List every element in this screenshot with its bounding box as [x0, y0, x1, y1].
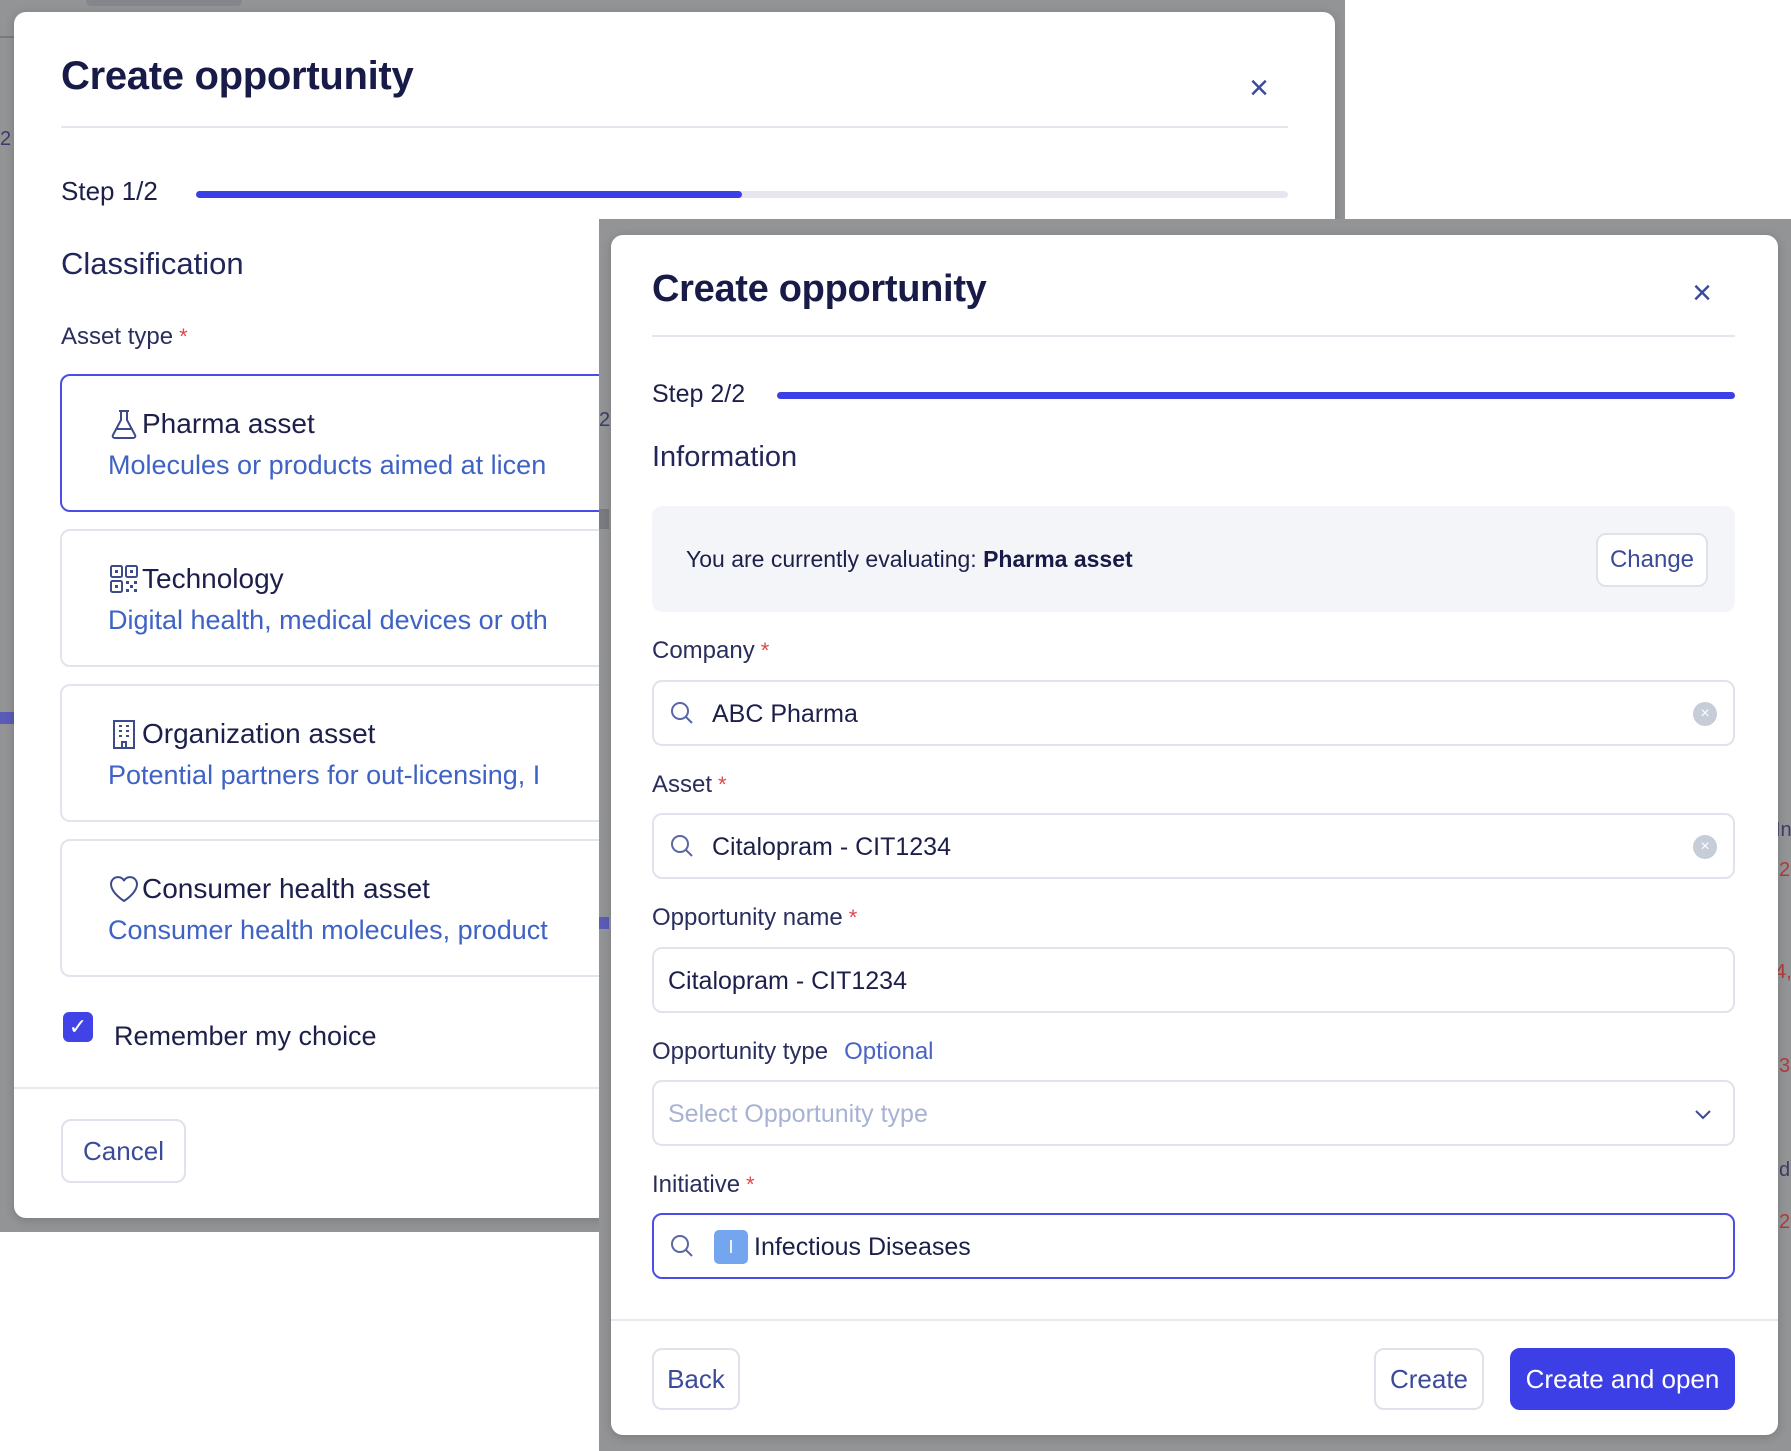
- opportunity-type-label-text: Opportunity type: [652, 1038, 829, 1065]
- progress-bar: [777, 392, 1735, 399]
- company-label: Company *: [652, 637, 769, 665]
- create-button[interactable]: Create: [1374, 1348, 1484, 1410]
- initiative-label: Initiative *: [652, 1171, 755, 1199]
- card-description: Potential partners for out-licensing, I: [108, 760, 541, 790]
- backdrop-fragment: d: [1779, 1159, 1791, 1181]
- progress-fill: [196, 191, 742, 198]
- card-title: Technology: [142, 563, 284, 594]
- required-mark: *: [179, 324, 188, 349]
- evaluating-banner: You are currently evaluating: Pharma ass…: [652, 506, 1735, 612]
- cancel-button[interactable]: Cancel: [61, 1119, 186, 1183]
- required-mark: *: [848, 905, 858, 930]
- opportunity-name-label: Opportunity name *: [652, 904, 857, 932]
- section-title: Information: [652, 441, 798, 473]
- header-divider: [652, 335, 1735, 337]
- chevron-down-icon: [1695, 1110, 1711, 1120]
- backdrop-ghost-button: [86, 0, 242, 6]
- checkmark-icon: ✓: [68, 1014, 88, 1039]
- search-icon: [671, 1235, 693, 1257]
- create-opportunity-modal-step2: Create opportunity × Step 2/2 Informatio…: [611, 235, 1778, 1435]
- search-icon: [671, 835, 693, 857]
- required-mark: *: [760, 638, 770, 663]
- evaluating-text: You are currently evaluating: Pharma ass…: [686, 546, 1133, 573]
- close-icon: ×: [1249, 69, 1269, 107]
- asset-value: Citalopram - CIT1234: [712, 833, 951, 861]
- opportunity-type-select[interactable]: Select Opportunity type: [652, 1080, 1735, 1146]
- clear-icon[interactable]: ×: [1693, 702, 1717, 726]
- asset-label: Asset *: [652, 771, 727, 799]
- card-description: Consumer health molecules, product: [108, 915, 548, 945]
- qr-grid-icon: [110, 565, 138, 593]
- initiative-field[interactable]: I Infectious Diseases: [652, 1213, 1735, 1279]
- footer-divider: [611, 1319, 1778, 1321]
- evaluating-prefix: You are currently evaluating:: [686, 546, 977, 572]
- search-icon: [671, 702, 693, 724]
- opportunity-name-label-text: Opportunity name: [652, 904, 843, 931]
- card-description: Molecules or products aimed at licen: [108, 450, 547, 480]
- building-icon: [113, 720, 135, 749]
- section-title: Classification: [61, 246, 244, 281]
- card-description: Digital health, medical devices or oth: [108, 605, 548, 635]
- opportunity-name-field[interactable]: Citalopram - CIT1234: [652, 947, 1735, 1013]
- asset-label-text: Asset: [652, 771, 713, 798]
- remember-checkbox[interactable]: ✓: [63, 1012, 93, 1042]
- card-title: Organization asset: [142, 718, 376, 749]
- backdrop-fragment: 2: [1779, 1211, 1791, 1233]
- backdrop-ghost-bar: [599, 917, 609, 929]
- close-icon: ×: [1692, 274, 1712, 312]
- create-and-open-button[interactable]: Create and open: [1510, 1348, 1735, 1410]
- initiative-value: Infectious Diseases: [754, 1233, 971, 1261]
- initiative-label-text: Initiative: [652, 1171, 741, 1198]
- opportunity-type-label: Opportunity type Optional: [652, 1038, 934, 1066]
- company-field[interactable]: ABC Pharma ×: [652, 680, 1735, 746]
- backdrop-ghost-bar: [0, 712, 14, 724]
- opportunity-name-value: Citalopram - CIT1234: [668, 967, 907, 995]
- modal-title: Create opportunity: [61, 54, 414, 98]
- company-label-text: Company: [652, 637, 755, 664]
- backdrop-fragment: 2: [1779, 859, 1791, 881]
- card-title: Pharma asset: [142, 408, 315, 439]
- backdrop-fragment: 2: [0, 128, 12, 150]
- required-mark: *: [718, 772, 727, 797]
- header-divider: [61, 126, 1288, 128]
- heart-icon: [110, 876, 138, 902]
- step-indicator: Step 2/2: [652, 380, 746, 408]
- company-value: ABC Pharma: [712, 700, 858, 728]
- change-button[interactable]: Change: [1596, 533, 1708, 587]
- close-button[interactable]: ×: [1684, 275, 1720, 311]
- asset-type-label-text: Asset type: [61, 323, 174, 350]
- progress-fill: [777, 392, 1735, 399]
- step-indicator: Step 1/2: [61, 176, 158, 206]
- clear-icon[interactable]: ×: [1693, 835, 1717, 859]
- asset-type-label: Asset type *: [61, 323, 188, 351]
- optional-tag: Optional: [844, 1038, 934, 1065]
- opportunity-type-placeholder: Select Opportunity type: [668, 1100, 928, 1128]
- modal-title: Create opportunity: [652, 268, 987, 310]
- backdrop-fragment: 3: [1779, 1055, 1791, 1077]
- flask-icon: [111, 410, 137, 439]
- card-title: Consumer health asset: [142, 873, 430, 904]
- back-button[interactable]: Back: [652, 1348, 740, 1410]
- backdrop-fragment: 2: [599, 409, 611, 431]
- remember-label: Remember my choice: [114, 1021, 377, 1051]
- backdrop-ghost-line: [0, 36, 14, 38]
- backdrop-ghost-mark: [599, 509, 609, 529]
- progress-bar: [196, 191, 1288, 198]
- initiative-chip: I: [714, 1230, 748, 1264]
- asset-field[interactable]: Citalopram - CIT1234 ×: [652, 813, 1735, 879]
- evaluating-value: Pharma asset: [983, 546, 1133, 572]
- close-button[interactable]: ×: [1241, 70, 1277, 106]
- required-mark: *: [746, 1172, 755, 1197]
